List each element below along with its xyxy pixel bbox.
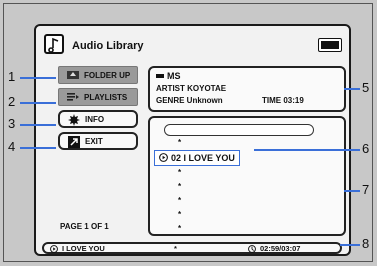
list-item[interactable]: * [178,196,181,205]
artist-text: ARTIST KOYOTAE [156,84,227,93]
track-name: MS [167,71,181,81]
playlists-button[interactable]: PLAYLISTS [58,88,138,106]
info-icon [68,114,80,126]
list-item[interactable]: * [178,224,181,233]
leader-line-3 [20,124,56,126]
leader-line-5 [344,88,360,90]
playlist-icon [67,92,79,102]
track-info-panel: MS ARTIST KOYOTAE GENRE Unknown TIME 03:… [148,66,346,112]
header-bar: Audio Library [42,32,342,60]
search-field[interactable] [164,124,314,136]
callout-6: 6 [362,141,370,156]
list-item[interactable]: * [178,182,181,191]
exit-label: EXIT [85,136,103,146]
exit-icon [68,136,80,148]
figure-frame: Audio Library FOLDER UP PLAYLISTS INFO E… [3,3,373,262]
list-item[interactable]: * [178,210,181,219]
leader-line-8 [340,244,360,246]
callout-7: 7 [362,182,370,197]
play-icon [50,245,58,255]
list-item[interactable]: * [178,138,181,147]
callout-3: 3 [8,116,16,131]
leader-line-2 [20,102,56,104]
music-note-icon [44,34,64,54]
page-indicator: PAGE 1 OF 1 [60,222,109,231]
track-list[interactable]: * 02 I LOVE YOU * * * * * [148,116,346,236]
leader-line-6 [254,149,360,151]
genre-text: GENRE Unknown [156,96,223,105]
list-item-selected[interactable]: 02 I LOVE YOU [154,150,240,166]
leader-line-4 [20,147,56,149]
status-track: I LOVE YOU [62,244,105,253]
callout-2: 2 [8,94,16,109]
selected-track-label: 02 I LOVE YOU [171,153,235,163]
list-item[interactable]: * [178,168,181,177]
info-label: INFO [85,114,105,124]
file-icon [156,74,164,78]
page-title: Audio Library [72,40,144,52]
battery-icon [318,38,342,52]
info-button[interactable]: INFO [58,110,138,128]
status-star: * [174,244,177,253]
status-bar: I LOVE YOU * 02:59/03:07 [42,242,342,254]
callout-8: 8 [362,236,370,251]
exit-button[interactable]: EXIT [58,132,138,150]
folder-up-icon [67,70,79,80]
audio-library-screen: Audio Library FOLDER UP PLAYLISTS INFO E… [34,24,351,256]
leader-line-1 [20,77,56,79]
leader-line-7 [344,190,360,192]
folder-up-label: FOLDER UP [84,70,131,80]
callout-4: 4 [8,139,16,154]
callout-5: 5 [362,80,370,95]
folder-up-button[interactable]: FOLDER UP [58,66,138,84]
status-time: 02:59/03:07 [260,244,301,253]
time-text: TIME 03:19 [262,96,304,105]
playlists-label: PLAYLISTS [84,92,128,102]
play-icon [159,152,168,164]
callout-1: 1 [8,69,16,84]
clock-icon [248,245,256,255]
